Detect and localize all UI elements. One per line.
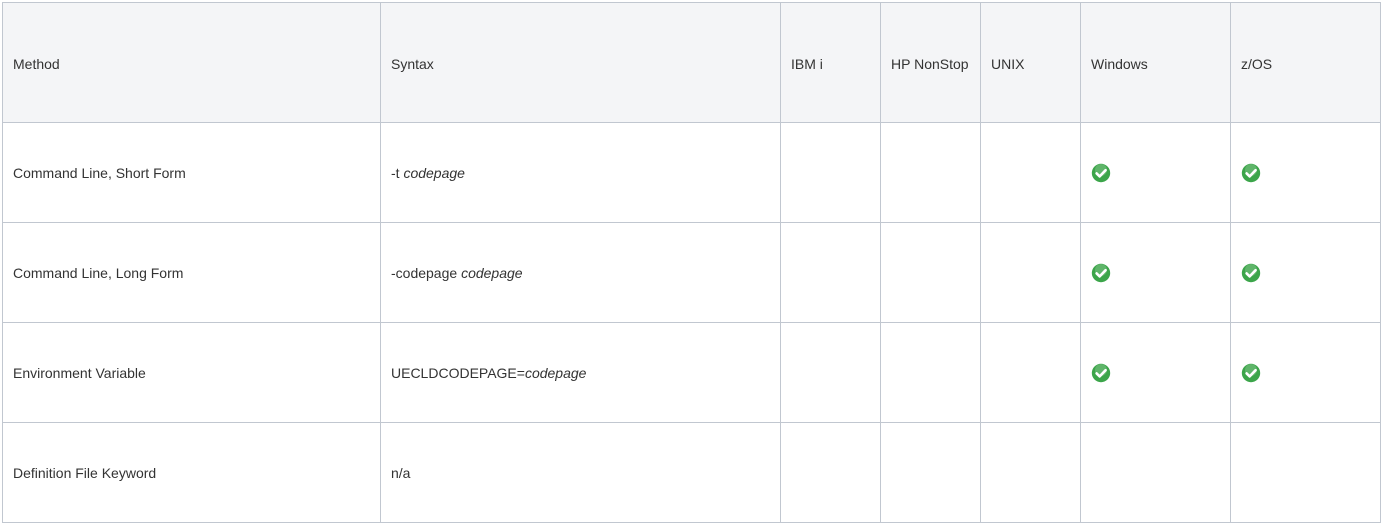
support-cell-unix (980, 422, 1081, 523)
method-cell: Command Line, Long Form (2, 222, 381, 323)
table-body: Command Line, Short Form -t codepage Com… (2, 122, 1381, 523)
method-cell: Command Line, Short Form (2, 122, 381, 223)
check-circle-icon (1241, 263, 1261, 283)
syntax-cell: -t codepage (380, 122, 781, 223)
support-cell-ibm-i (780, 322, 881, 423)
table-row: Command Line, Short Form -t codepage (2, 122, 1381, 223)
syntax-cell: UECLDCODEPAGE=codepage (380, 322, 781, 423)
support-cell-ibm-i (780, 122, 881, 223)
support-cell-hp-nonstop (880, 322, 981, 423)
method-cell: Definition File Keyword (2, 422, 381, 523)
column-header-zos: z/OS (1230, 2, 1381, 123)
support-cell-windows (1080, 122, 1231, 223)
support-cell-zos (1230, 422, 1381, 523)
column-header-unix: UNIX (980, 2, 1081, 123)
support-cell-windows (1080, 322, 1231, 423)
column-header-ibm-i: IBM i (780, 2, 881, 123)
support-cell-windows (1080, 422, 1231, 523)
syntax-prefix: -codepage (391, 264, 462, 281)
syntax-prefix: UECLDCODEPAGE= (391, 364, 525, 381)
support-cell-unix (980, 122, 1081, 223)
support-cell-zos (1230, 222, 1381, 323)
table-row: Definition File Keyword n/a (2, 422, 1381, 523)
table-row: Environment Variable UECLDCODEPAGE=codep… (2, 322, 1381, 423)
check-circle-icon (1091, 363, 1111, 383)
check-circle-icon (1241, 363, 1261, 383)
syntax-variable: codepage (461, 264, 523, 281)
column-header-syntax: Syntax (380, 2, 781, 123)
syntax-prefix: -t (391, 164, 404, 181)
syntax-variable: codepage (403, 164, 465, 181)
support-cell-unix (980, 222, 1081, 323)
check-circle-icon (1091, 163, 1111, 183)
header-row: Method Syntax IBM i HP NonStop UNIX Wind… (2, 2, 1381, 123)
support-cell-zos (1230, 122, 1381, 223)
check-circle-icon (1091, 263, 1111, 283)
support-cell-ibm-i (780, 422, 881, 523)
support-cell-windows (1080, 222, 1231, 323)
method-cell: Environment Variable (2, 322, 381, 423)
column-header-windows: Windows (1080, 2, 1231, 123)
column-header-hp-nonstop: HP NonStop (880, 2, 981, 123)
support-cell-hp-nonstop (880, 222, 981, 323)
support-cell-ibm-i (780, 222, 881, 323)
support-cell-unix (980, 322, 1081, 423)
check-circle-icon (1241, 163, 1261, 183)
methods-table: Method Syntax IBM i HP NonStop UNIX Wind… (2, 2, 1381, 523)
syntax-variable: codepage (524, 364, 587, 381)
table-row: Command Line, Long Form -codepage codepa… (2, 222, 1381, 323)
support-cell-hp-nonstop (880, 422, 981, 523)
column-header-method: Method (2, 2, 381, 123)
syntax-cell: -codepage codepage (380, 222, 781, 323)
support-cell-hp-nonstop (880, 122, 981, 223)
syntax-prefix: n/a (391, 464, 411, 481)
syntax-cell: n/a (380, 422, 781, 523)
support-cell-zos (1230, 322, 1381, 423)
